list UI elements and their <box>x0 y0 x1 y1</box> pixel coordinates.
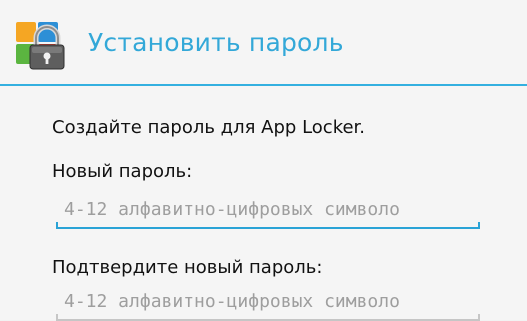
confirm-password-label: Подтвердите новый пароль: <box>52 257 323 278</box>
new-password-label: Новый пароль: <box>52 161 193 182</box>
app-locker-padlock-icon <box>14 20 76 72</box>
new-password-input[interactable]: 4-12 алфавитно-цифровых символо <box>56 195 480 229</box>
confirm-password-placeholder: 4-12 алфавитно-цифровых символо <box>64 291 400 312</box>
dialog-title: Установить пароль <box>88 28 344 57</box>
new-password-placeholder: 4-12 алфавитно-цифровых символо <box>64 199 400 220</box>
set-password-dialog: Установить пароль Создайте пароль для Ap… <box>0 0 527 321</box>
title-divider <box>0 84 527 86</box>
confirm-password-input[interactable]: 4-12 алфавитно-цифровых символо <box>56 287 480 321</box>
dialog-title-bar: Установить пароль <box>0 0 527 84</box>
new-password-underline <box>56 222 480 229</box>
description-text: Создайте пароль для App Locker. <box>52 117 366 138</box>
